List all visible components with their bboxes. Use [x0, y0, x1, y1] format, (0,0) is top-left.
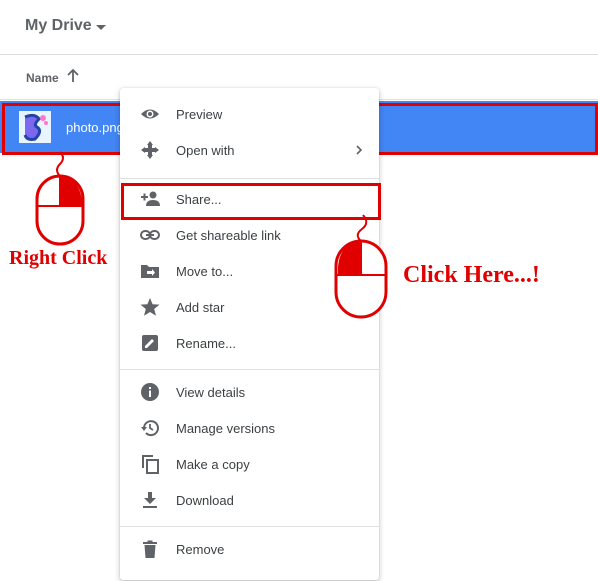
menu-item-remove[interactable]: Remove [120, 531, 379, 567]
menu-item-download[interactable]: Download [120, 482, 379, 518]
menu-item-make-copy[interactable]: Make a copy [120, 446, 379, 482]
link-icon [140, 230, 160, 240]
menu-label: Get shareable link [176, 228, 281, 243]
menu-label: Move to... [176, 264, 234, 279]
menu-item-open-with[interactable]: Open with [120, 132, 379, 168]
star-icon [140, 298, 160, 316]
chevron-right-icon [356, 145, 363, 155]
mouse-right-click-icon [35, 151, 85, 246]
right-click-label: Right Click [9, 247, 108, 269]
column-name-header[interactable]: Name [26, 71, 59, 85]
mouse-click-here-icon [334, 214, 388, 319]
dropdown-caret-icon[interactable] [96, 25, 106, 30]
menu-item-preview[interactable]: Preview [120, 96, 379, 132]
copy-icon [142, 455, 159, 474]
trash-icon [143, 540, 157, 558]
menu-label: Rename... [176, 336, 236, 351]
context-menu: Preview Open with Share... Get shareable… [120, 88, 379, 580]
menu-item-manage-versions[interactable]: Manage versions [120, 410, 379, 446]
menu-divider [120, 178, 379, 179]
menu-label: Manage versions [176, 421, 275, 436]
file-thumbnail [19, 111, 51, 143]
edit-pencil-icon [142, 335, 158, 351]
info-icon [141, 383, 159, 401]
file-name[interactable]: photo.png [66, 120, 124, 135]
eye-icon [141, 109, 159, 119]
menu-label: Remove [176, 542, 225, 557]
menu-label: Preview [176, 107, 223, 122]
history-icon [141, 420, 159, 437]
menu-label: Download [176, 493, 234, 508]
top-bar: My Drive [0, 0, 598, 55]
download-icon [143, 492, 157, 508]
menu-divider [120, 526, 379, 527]
click-here-label: Click Here...! [403, 262, 540, 288]
sort-ascending-icon[interactable] [66, 68, 80, 84]
page-title[interactable]: My Drive [25, 17, 92, 35]
menu-divider [120, 369, 379, 370]
image-thumbnail-icon [19, 111, 51, 143]
menu-label: View details [176, 385, 246, 400]
menu-label: Open with [176, 143, 235, 158]
menu-item-rename[interactable]: Rename... [120, 325, 379, 361]
menu-item-view-details[interactable]: View details [120, 374, 379, 410]
menu-label: Make a copy [176, 457, 250, 472]
folder-move-icon [141, 265, 159, 278]
menu-label: Add star [176, 300, 225, 315]
move-arrows-icon [141, 141, 159, 159]
